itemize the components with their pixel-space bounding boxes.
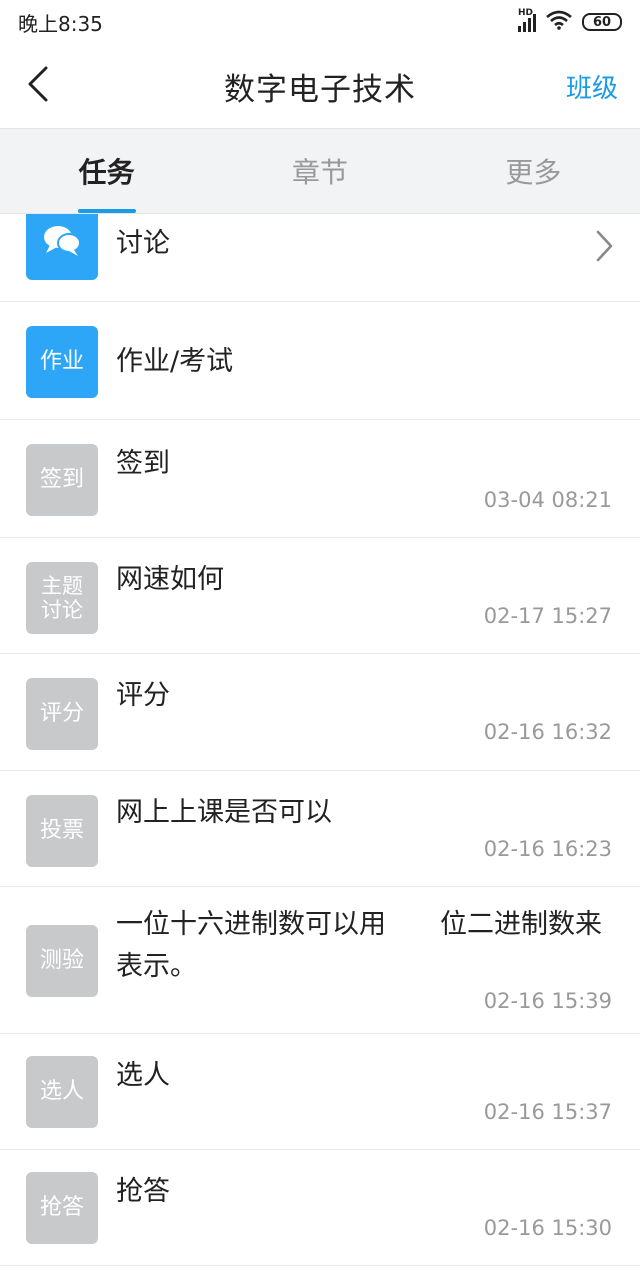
list-item-title: 签到: [116, 448, 170, 479]
tab-tasks[interactable]: 任务: [0, 129, 213, 213]
discussion-badge: [26, 214, 98, 280]
homework-badge: 作业: [26, 326, 98, 398]
list-item-quiz[interactable]: 测验 一位十六进制数可以用 位二进制数来 表示。 02-16 15:39: [0, 887, 640, 1034]
rating-badge: 评分: [26, 678, 98, 750]
network-type-label: HD: [518, 8, 534, 18]
back-button[interactable]: [18, 62, 58, 110]
page-title: 数字电子技术: [224, 71, 416, 108]
status-time: 晚上8:35: [18, 11, 103, 36]
list-item-time: 02-17 15:27: [483, 604, 612, 628]
nav-header: 数字电子技术 班级: [0, 44, 640, 128]
list-item-time: 02-16 15:39: [483, 989, 612, 1013]
class-link[interactable]: 班级: [566, 68, 618, 105]
list-item-title: 抢答: [116, 1176, 170, 1207]
tab-bar: 任务 章节 更多: [0, 128, 640, 214]
chevron-right-icon: [594, 226, 614, 266]
status-icons: HD 60: [518, 8, 622, 34]
tab-more[interactable]: 更多: [427, 129, 640, 213]
list-item-time: 03-04 08:21: [483, 488, 612, 512]
list-item-rating[interactable]: 评分 评分 02-16 16:32: [0, 654, 640, 771]
list-item-quick-answer[interactable]: 抢答 抢答 02-16 15:30: [0, 1150, 640, 1266]
list-item-homework[interactable]: 作业 作业/考试: [0, 302, 640, 420]
quiz-badge: 测验: [26, 925, 98, 997]
list-item-checkin[interactable]: 签到 签到 03-04 08:21: [0, 420, 640, 538]
list-item-title: 网上上课是否可以: [116, 797, 332, 828]
list-item-time: 02-16 16:32: [483, 720, 612, 744]
checkin-badge: 签到: [26, 444, 98, 516]
list-item-title-line1: 一位十六进制数可以用 位二进制数来: [116, 909, 602, 940]
quick-answer-badge: 抢答: [26, 1172, 98, 1244]
list-item-pick-person[interactable]: 选人 选人 02-16 15:37: [0, 1034, 640, 1150]
list-item-time: 02-16 15:30: [483, 1216, 612, 1240]
activity-list: 讨论 作业 作业/考试 签到 签到 03-04 08:21 主题 讨论 网速如何…: [0, 214, 640, 1280]
status-bar: 晚上8:35 HD 60: [0, 0, 640, 44]
list-item-title: 网速如何: [116, 564, 224, 595]
wifi-icon: [546, 10, 572, 34]
list-item-title: 选人: [116, 1060, 170, 1091]
list-item-title-line2: 表示。: [116, 951, 197, 982]
list-item-title: 作业/考试: [116, 346, 234, 377]
signal-icon: HD: [518, 8, 536, 32]
chat-bubbles-icon: [42, 223, 82, 265]
list-item-time: 02-16 16:23: [483, 837, 612, 861]
list-item-title: 评分: [116, 680, 170, 711]
app-root: 晚上8:35 HD 60 数字电子技术 班级 任务 章节 更多 讨论 作业 作业…: [0, 0, 640, 1280]
list-item-vote[interactable]: 投票 网上上课是否可以 02-16 16:23: [0, 771, 640, 887]
list-item-title: 讨论: [116, 228, 170, 259]
vote-badge: 投票: [26, 795, 98, 867]
battery-indicator: 60: [582, 13, 622, 31]
list-item-discussion[interactable]: 讨论: [0, 214, 640, 302]
tab-chapters[interactable]: 章节: [213, 129, 426, 213]
chevron-left-icon: [27, 66, 49, 106]
list-item-time: 02-16 15:37: [483, 1100, 612, 1124]
topic-discussion-badge: 主题 讨论: [26, 562, 98, 634]
list-item-topic-discussion[interactable]: 主题 讨论 网速如何 02-17 15:27: [0, 538, 640, 654]
pick-person-badge: 选人: [26, 1056, 98, 1128]
